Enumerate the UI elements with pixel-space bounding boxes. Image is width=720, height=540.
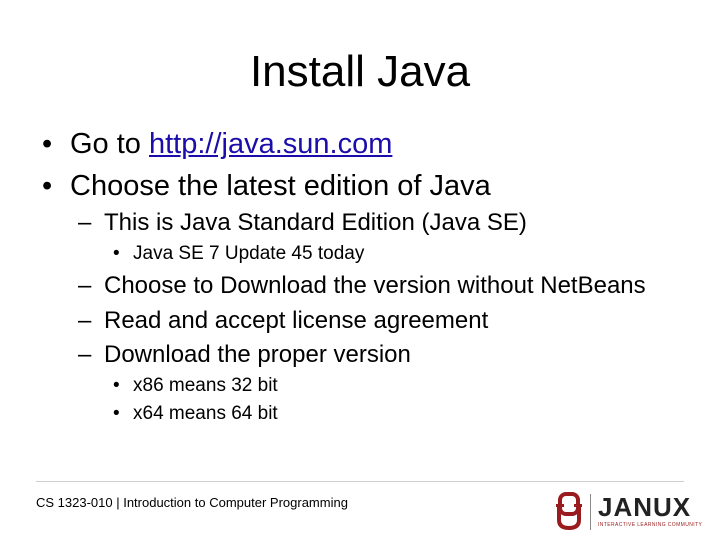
- bullet-item-1: • Go to http://java.sun.com: [42, 128, 392, 161]
- slide: Install Java • Go to http://java.sun.com …: [0, 0, 720, 540]
- janux-wordmark: JANUX: [598, 492, 692, 522]
- java-sun-link[interactable]: http://java.sun.com: [149, 128, 392, 160]
- bullet-marker: •: [42, 128, 53, 160]
- sub-bullet-item-1: – This is Java Standard Edition (Java SE): [78, 209, 527, 237]
- bullet-marker: –: [78, 209, 92, 236]
- footer-course-label: CS 1323-010 | Introduction to Computer P…: [36, 495, 348, 510]
- bullet-marker: •: [113, 403, 120, 424]
- sub-bullet-item-3: – Read and accept license agreement: [78, 307, 488, 335]
- bullet-marker: –: [78, 341, 92, 368]
- bullet-text: Download the proper version: [104, 341, 411, 368]
- bullet-text: This is Java Standard Edition (Java SE): [104, 209, 527, 236]
- sub-bullet-item-2: – Choose to Download the version without …: [78, 272, 646, 300]
- footer-divider: [36, 481, 684, 482]
- bullet-text: x86 means 32 bit: [133, 375, 278, 396]
- bullet-marker: –: [78, 307, 92, 334]
- sub-sub-bullet-item-2: • x86 means 32 bit: [113, 375, 278, 397]
- logo-separator: [590, 494, 591, 530]
- bullet-text: Read and accept license agreement: [104, 307, 489, 334]
- bullet-text: x64 means 64 bit: [133, 403, 278, 424]
- ou-interlocking-logo-icon: [556, 492, 582, 530]
- bullet-text: Choose the latest edition of Java: [70, 170, 491, 202]
- bullet-marker: –: [78, 272, 92, 299]
- bullet-text: Java SE 7 Update 45 today: [133, 243, 365, 264]
- janux-tagline: INTERACTIVE LEARNING COMMUNITY: [598, 522, 703, 528]
- bullet-item-2: • Choose the latest edition of Java: [42, 170, 491, 203]
- bullet-marker: •: [42, 170, 53, 202]
- bullet-marker: •: [113, 243, 120, 264]
- slide-title: Install Java: [249, 47, 471, 96]
- sub-sub-bullet-item-3: • x64 means 64 bit: [113, 403, 278, 425]
- janux-logo: JANUX INTERACTIVE LEARNING COMMUNITY: [556, 492, 702, 532]
- bullet-text: Go to: [70, 128, 149, 160]
- sub-sub-bullet-item-1: • Java SE 7 Update 45 today: [113, 243, 364, 265]
- sub-bullet-item-4: – Download the proper version: [78, 341, 411, 369]
- bullet-marker: •: [113, 375, 120, 396]
- bullet-text: Choose to Download the version without N…: [104, 272, 646, 299]
